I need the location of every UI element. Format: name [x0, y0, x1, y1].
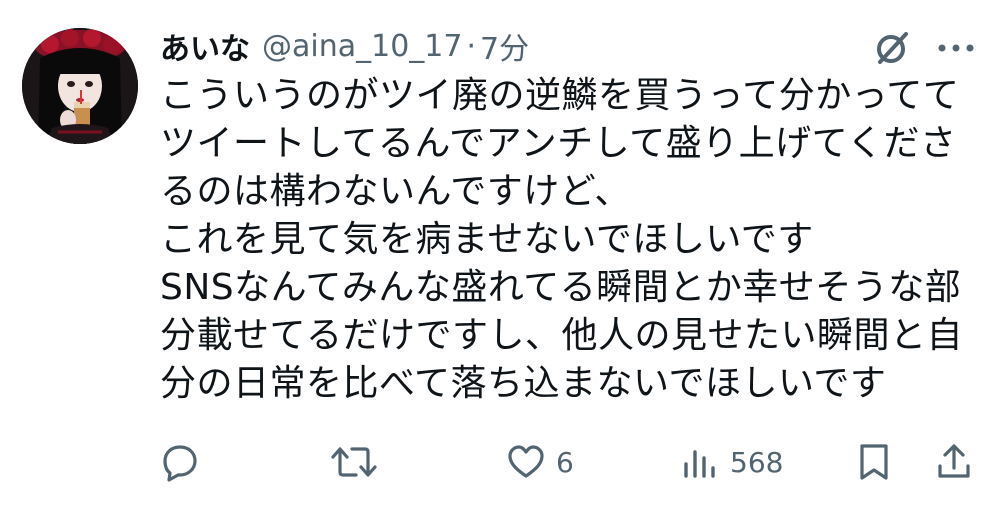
- tweet-text-line: これを見て気を病ませないでほしいです: [160, 219, 814, 260]
- tweet-text-line: SNSなんてみんな盛れてる瞬間とか幸せそうな部: [160, 267, 962, 308]
- display-name[interactable]: あいな: [160, 24, 250, 68]
- share-button[interactable]: [934, 434, 974, 490]
- heart-icon: [506, 442, 546, 482]
- reply-icon: [160, 442, 200, 482]
- views-count: 568: [730, 445, 784, 479]
- tweet-text-line: こういうのがツイ廃の逆鱗を買うって分かってて: [160, 75, 960, 116]
- views-button[interactable]: 568: [680, 434, 783, 490]
- avatar[interactable]: [22, 28, 138, 144]
- tweet-body: こういうのがツイ廃の逆鱗を買うって分かってて ツイートしてるんでアンチして盛り上…: [160, 72, 990, 408]
- tweet-text-line: るのは構わないんですけど、: [160, 171, 631, 212]
- more-options-icon[interactable]: [934, 38, 978, 58]
- reply-button[interactable]: [160, 434, 200, 490]
- handle[interactable]: @aina_10_17: [262, 29, 462, 64]
- tweet[interactable]: あいな @aina_10_17 · 7分 こういうのがツイ廃の逆鱗を買うって分か…: [0, 0, 1001, 517]
- bookmark-button[interactable]: [856, 434, 892, 490]
- separator-dot: ·: [466, 28, 477, 64]
- bookmark-icon: [856, 442, 892, 482]
- share-icon: [934, 442, 974, 482]
- grok-icon[interactable]: [872, 28, 912, 68]
- like-count: 6: [556, 445, 574, 479]
- views-icon: [680, 442, 720, 482]
- like-button[interactable]: 6: [506, 434, 574, 490]
- tweet-text-line: ツイートしてるんでアンチして盛り上げてくださ: [160, 123, 957, 164]
- retweet-button[interactable]: [330, 434, 378, 490]
- tweet-text-line: 分の日常を比べて落ち込まないでほしいです: [160, 363, 887, 404]
- timestamp[interactable]: 7分: [480, 24, 529, 68]
- retweet-icon: [330, 442, 378, 482]
- tweet-header: あいな @aina_10_17 · 7分: [160, 22, 529, 70]
- action-bar: 6 568: [0, 434, 1001, 490]
- tweet-text-line: 分載せてるだけですし、他人の見せたい瞬間と自: [160, 315, 964, 356]
